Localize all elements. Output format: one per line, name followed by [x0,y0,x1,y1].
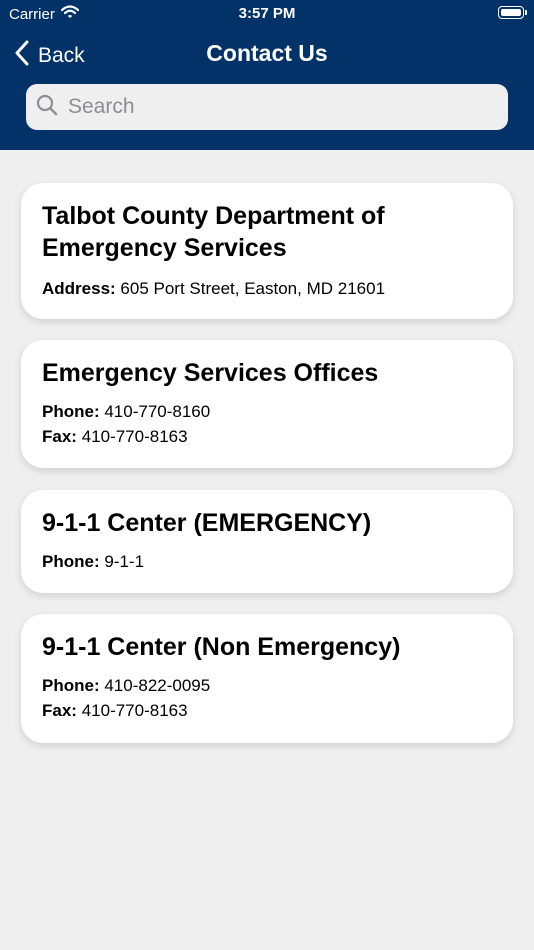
search-icon [36,94,58,121]
contact-card[interactable]: 9-1-1 Center (Non Emergency) Phone: 410-… [21,614,513,743]
search-bar[interactable] [26,84,508,130]
search-input[interactable] [66,94,490,120]
contact-card[interactable]: 9-1-1 Center (EMERGENCY) Phone: 9-1-1 [21,490,513,593]
card-line: Phone: 410-770-8160 [42,399,492,424]
chevron-left-icon [14,40,30,72]
phone-value[interactable]: 410-770-8160 [104,402,210,421]
line-label: Phone: [42,676,100,695]
card-title: 9-1-1 Center (Non Emergency) [42,633,401,661]
card-title: Emergency Services Offices [42,359,379,387]
phone-value[interactable]: 410-822-0095 [104,676,210,695]
line-label: Address: [42,279,116,298]
address-value[interactable]: 605 Port Street, Easton, MD 21601 [120,279,385,298]
card-line: Phone: 9-1-1 [42,549,492,574]
line-label: Fax: [42,701,77,720]
card-title: 9-1-1 Center (EMERGENCY) [42,509,372,537]
card-line: Address: 605 Port Street, Easton, MD 216… [42,276,492,301]
line-label: Fax: [42,427,77,446]
header: Carrier 3:57 PM Back Contact Us [0,0,534,150]
contact-card[interactable]: Talbot County Department of Emergency Se… [21,183,513,319]
battery-icon [498,6,527,19]
card-line: Fax: 410-770-8163 [42,698,492,723]
card-line: Phone: 410-822-0095 [42,673,492,698]
back-button[interactable]: Back [14,40,85,72]
fax-value[interactable]: 410-770-8163 [82,701,188,720]
nav-bar: Back Contact Us [0,28,534,80]
status-time: 3:57 PM [238,5,296,22]
phone-value[interactable]: 9-1-1 [104,552,144,571]
line-label: Phone: [42,552,100,571]
fax-value[interactable]: 410-770-8163 [82,427,188,446]
contact-card[interactable]: Emergency Services Offices Phone: 410-77… [21,340,513,468]
line-label: Phone: [42,402,100,421]
status-bar: Carrier 3:57 PM [0,0,534,28]
back-label: Back [38,44,85,67]
card-line: Fax: 410-770-8163 [42,424,492,449]
card-title: Talbot County Department of Emergency Se… [42,202,385,262]
